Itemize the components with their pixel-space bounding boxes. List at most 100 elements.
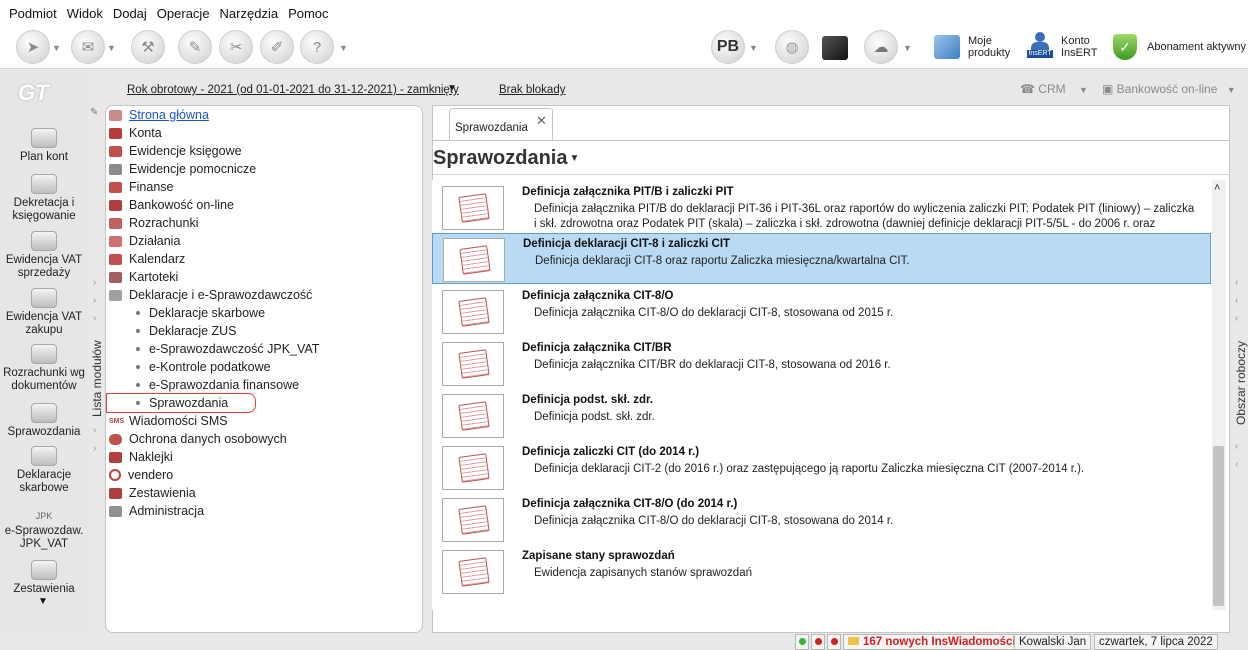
menu-narzedzia[interactable]: Narzędzia [215,6,284,21]
list-item-title: Zapisane stany sprawozdań [522,550,675,562]
menu-widok[interactable]: Widok [62,6,108,21]
report-thumbnail-icon [442,394,504,438]
brak-blokady-link[interactable]: Brak blokady [499,84,565,96]
tree-item-dzialania[interactable]: Działania [109,232,180,250]
sidebar-item-vat-sprzedazy[interactable]: Ewidencja VAT sprzedaży [0,231,88,280]
tree-item-bankowosc[interactable]: Bankowość on-line [109,196,234,214]
note-icon[interactable]: ✐ [260,30,294,64]
pin-icon[interactable]: ✎ [90,107,98,118]
list-item[interactable]: Definicja załącznika CIT/BR Definicja za… [432,338,1211,389]
tree-item-kalendarz[interactable]: Kalendarz [109,250,185,268]
jpk-icon: JPK [35,511,53,521]
list-item-desc: Definicja deklaracji CIT-8 oraz raportu … [535,255,910,267]
sidebar-item-plan-kont[interactable]: Plan kont [0,128,88,164]
sidebar-item-dekretacja[interactable]: Dekretacja i księgowanie [0,174,88,223]
crm-button[interactable]: ☎ CRM ▼ [1020,82,1088,96]
chevron-down-icon[interactable]: ▼ [52,43,61,53]
tree-item-konta[interactable]: Konta [109,124,162,142]
sidebar-item-zestawienia[interactable]: Zestawienia [0,560,88,596]
chevron-down-icon[interactable]: ▼ [339,43,348,53]
tree-subitem-e-sprawozdania[interactable]: e-Sprawozdania finansowe [136,376,299,394]
list-item[interactable]: Definicja załącznika PIT/B i zaliczki PI… [432,182,1211,233]
list-item[interactable]: Definicja załącznika CIT-8/O (do 2014 r.… [432,494,1211,545]
cloud-icon[interactable]: ☁ [864,30,898,64]
list-item[interactable]: Definicja zaliczki CIT (do 2014 r.) Defi… [432,442,1211,493]
tree-item-naklejki[interactable]: Naklejki [109,448,173,466]
tree-item-ochrona-danych[interactable]: Ochrona danych osobowych [109,430,287,448]
inswiadomosci-button[interactable]: 167 nowych InsWiadomości [843,634,1021,650]
tree-item-zestawienia[interactable]: Zestawienia [109,484,196,502]
module-list-label: Lista modułów [90,340,104,417]
module-list-tab[interactable]: ✎ › › › Lista modułów › › [88,105,105,633]
tree-item-strona-glowna[interactable]: Strona główna [109,106,209,124]
sidebar-item-sprawozdania[interactable]: Sprawozdania [0,403,88,439]
chevron-down-icon[interactable]: ▼ [903,43,912,53]
tree-subitem-deklaracje-skarbowe[interactable]: Deklaracje skarbowe [136,304,265,322]
tree-subitem-deklaracje-zus[interactable]: Deklaracje ZUS [136,322,237,340]
list-item[interactable]: Zapisane stany sprawozdań Ewidencja zapi… [432,546,1211,597]
page-title[interactable]: Sprawozdania ▼ [433,147,579,170]
abonament-button[interactable]: ✓ Abonament aktywny [1113,26,1246,68]
tree-item-rozrachunki[interactable]: Rozrachunki [109,214,198,232]
sidebar-more-down-icon[interactable]: ▼ [38,596,48,607]
menu-podmiot[interactable]: Podmiot [4,6,62,21]
tab-sprawozdania[interactable]: Sprawozdania ✕ [449,108,553,140]
report-thumbnail-icon [442,550,504,594]
pb-button[interactable]: PB [711,30,745,64]
chevron-down-icon[interactable]: ▼ [447,83,457,94]
tree-item-ewidencje-ksiegowe[interactable]: Ewidencje księgowe [109,142,242,160]
chevron-down-icon[interactable]: ▼ [107,43,116,53]
list-item[interactable]: Definicja deklaracji CIT-8 i zaliczki CI… [432,233,1211,284]
tree-item-ewidencje-pomocnicze[interactable]: Ewidencje pomocnicze [109,160,256,178]
menu-operacje[interactable]: Operacje [152,6,215,21]
tree-item-finanse[interactable]: Finanse [109,178,173,196]
tree-subitem-e-kontrole[interactable]: e-Kontrole podatkowe [136,358,271,376]
sidebar-item-jpk-vat[interactable]: JPK e-Sprawozdaw. JPK_VAT [0,510,88,551]
sidebar-item-label: Ewidencja VAT sprzedaży [5,254,83,279]
sidebar-item-vat-zakupu[interactable]: Ewidencja VAT zakupu [0,288,88,337]
close-icon[interactable]: ✕ [536,113,547,129]
posting-icon [31,174,57,194]
cube-icon[interactable] [822,36,848,60]
envelope-icon [848,637,859,645]
sidebar-item-deklaracje[interactable]: Deklaracje skarbowe [0,446,88,495]
chevron-left-icon: ‹ [1235,295,1239,306]
sidebar-item-label: Dekretacja i księgowanie [12,197,76,222]
tree-item-label: Sprawozdania [149,396,229,410]
tree-item-kartoteki[interactable]: Kartoteki [109,268,178,286]
tree-item-label: Ewidencje pomocnicze [129,162,257,176]
chevron-down-icon[interactable]: ▼ [749,43,758,53]
scroll-up-icon[interactable]: ˄ [1214,182,1220,194]
tree-subitem-sprawozdania[interactable]: Sprawozdania [136,394,228,412]
workspace-tab[interactable]: ‹ ‹ ‹ Obszar roboczy ‹ ‹ [1232,105,1248,633]
bankowosc-button[interactable]: ▣ Bankowość on-line ▼ [1102,82,1236,96]
tree-item-deklaracje[interactable]: Deklaracje i e-Sprawozdawczość [109,286,312,304]
tree-item-administracja[interactable]: Administracja [109,502,204,520]
menu-dodaj[interactable]: Dodaj [108,6,152,21]
privacy-icon [109,433,122,445]
menu-pomoc[interactable]: Pomoc [283,6,333,21]
list-item-title: Definicja załącznika CIT-8/O [522,290,674,302]
scrollbar-thumb[interactable] [1213,446,1224,606]
globe-icon[interactable]: ◍ [775,30,809,64]
vertical-scrollbar[interactable]: ˄ [1212,180,1226,610]
tree-item-vendero[interactable]: vendero [109,466,173,484]
status-red-icon [811,634,825,650]
konto-line2: InsERT [1061,47,1098,59]
mail-icon[interactable]: ✉ [71,30,105,64]
open-icon[interactable]: ➤ [16,30,50,64]
book-icon[interactable]: ✎ [178,30,212,64]
tree-subitem-jpk-vat[interactable]: e-Sprawozdawczość JPK_VAT [136,340,319,358]
sidebar-item-label: Zestawienia [13,583,75,595]
list-item[interactable]: Definicja załącznika CIT-8/O Definicja z… [432,286,1211,337]
help-icon[interactable]: ? [300,30,334,64]
konto-insert-button[interactable]: InsERT Konto InsERT [1027,26,1097,68]
tag-icon[interactable]: ✂ [219,30,253,64]
sidebar-item-rozrachunki[interactable]: Rozrachunki wg dokumentów [0,344,88,393]
tree-item-sms[interactable]: SMS Wiadomości SMS [109,412,228,430]
stamp-icon[interactable]: ⚒ [131,30,165,64]
status-green-icon [795,634,809,650]
moje-produkty-button[interactable]: Moje produkty [934,26,1010,68]
rok-obrotowy-link[interactable]: Rok obrotowy - 2021 (od 01-01-2021 do 31… [127,84,459,96]
list-item[interactable]: Definicja podst. skł. zdr. Definicja pod… [432,390,1211,441]
